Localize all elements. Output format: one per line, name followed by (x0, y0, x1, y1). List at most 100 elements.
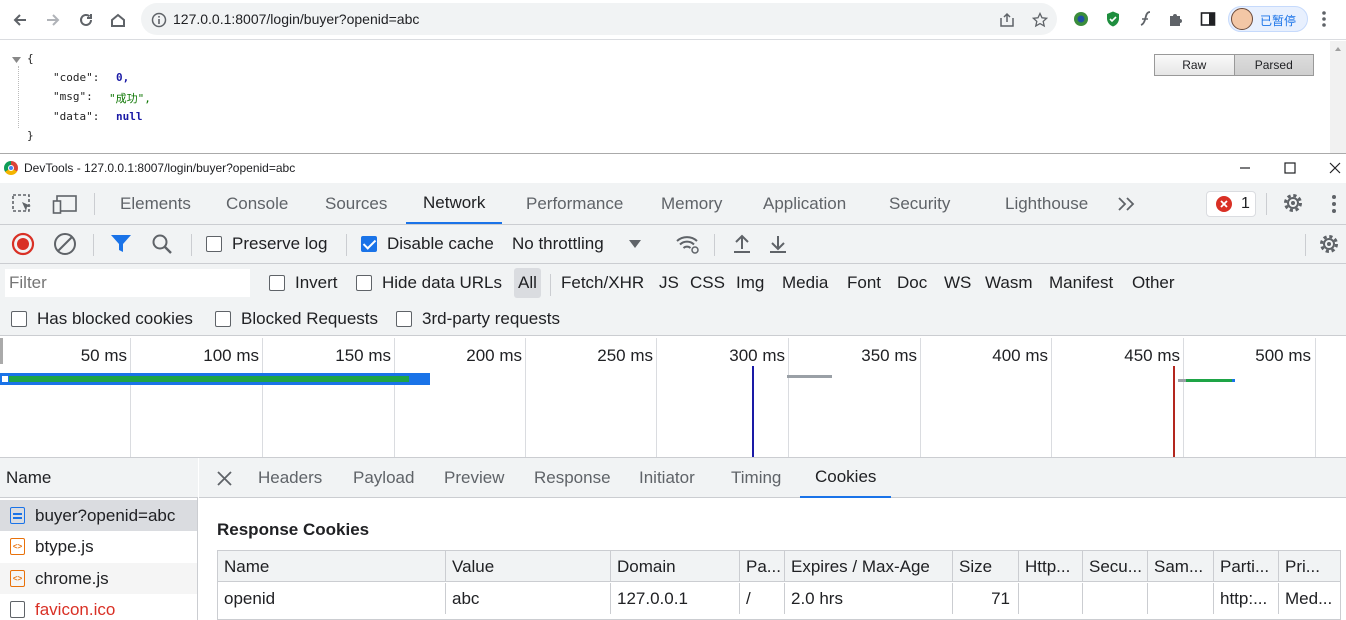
col-name[interactable]: Name (218, 551, 446, 582)
tab-timing[interactable]: Timing (731, 458, 781, 498)
overview-window-handle[interactable] (0, 338, 3, 364)
home-button[interactable] (106, 8, 130, 32)
network-conditions-button[interactable] (675, 225, 701, 263)
hide-data-urls-checkbox[interactable]: Hide data URLs (356, 268, 502, 298)
import-har-button[interactable] (731, 225, 753, 263)
side-panel-icon[interactable] (1198, 9, 1218, 29)
type-filter-css[interactable]: CSS (690, 268, 725, 298)
col-domain[interactable]: Domain (611, 551, 740, 582)
tab-preview[interactable]: Preview (444, 458, 504, 498)
checkbox[interactable] (11, 311, 27, 327)
device-toolbar-icon[interactable] (52, 193, 78, 220)
filter-input[interactable] (5, 269, 250, 297)
col-partition-key[interactable]: Parti... (1214, 551, 1279, 582)
col-priority[interactable]: Pri... (1279, 551, 1340, 582)
request-row[interactable]: favicon.ico (0, 594, 197, 620)
preserve-log-checkbox[interactable]: Preserve log (206, 225, 327, 263)
close-detail-icon[interactable] (216, 470, 233, 492)
tab-console[interactable]: Console (226, 183, 288, 224)
reload-button[interactable] (74, 8, 98, 32)
third-party-checkbox[interactable]: 3rd-party requests (396, 304, 560, 334)
raw-button[interactable]: Raw (1155, 55, 1234, 75)
settings-gear-icon[interactable] (1281, 191, 1305, 220)
tab-performance[interactable]: Performance (526, 183, 623, 224)
invert-checkbox[interactable]: Invert (269, 268, 338, 298)
checkbox[interactable] (206, 236, 222, 252)
tab-lighthouse[interactable]: Lighthouse (1005, 183, 1088, 224)
inspect-element-icon[interactable] (11, 193, 35, 220)
checkbox[interactable] (356, 275, 372, 291)
forward-button[interactable] (41, 8, 65, 32)
col-value[interactable]: Value (446, 551, 611, 582)
devtools-menu-icon[interactable] (1331, 194, 1337, 219)
type-filter-js[interactable]: JS (659, 268, 679, 298)
throttling-select[interactable]: No throttling (512, 225, 642, 263)
disable-cache-checkbox[interactable]: Disable cache (361, 225, 494, 263)
filter-toggle-button[interactable] (110, 225, 132, 263)
type-filter-other[interactable]: Other (1132, 268, 1175, 298)
browser-menu-icon[interactable] (1314, 9, 1334, 29)
blocked-requests-checkbox[interactable]: Blocked Requests (215, 304, 378, 334)
table-row[interactable]: openid abc 127.0.0.1 / 2.0 hrs 71 http:.… (218, 583, 1340, 614)
share-icon[interactable] (998, 11, 1016, 29)
type-filter-all[interactable]: All (514, 268, 541, 298)
close-window-button[interactable] (1320, 157, 1346, 179)
col-samesite[interactable]: Sam... (1148, 551, 1214, 582)
record-button[interactable] (11, 225, 35, 263)
tab-memory[interactable]: Memory (661, 183, 722, 224)
checkbox-checked[interactable] (361, 236, 377, 252)
type-filter-media[interactable]: Media (782, 268, 828, 298)
col-httponly[interactable]: Http... (1019, 551, 1083, 582)
parsed-button[interactable]: Parsed (1233, 55, 1313, 75)
type-filter-img[interactable]: Img (736, 268, 764, 298)
info-icon[interactable] (150, 11, 168, 29)
profile-button[interactable]: 已暂停 (1228, 6, 1308, 32)
tab-payload[interactable]: Payload (353, 458, 414, 498)
collapse-toggle[interactable] (12, 54, 21, 67)
col-secure[interactable]: Secu... (1083, 551, 1148, 582)
type-filter-manifest[interactable]: Manifest (1049, 268, 1113, 298)
col-expires[interactable]: Expires / Max-Age (785, 551, 953, 582)
more-tabs-icon[interactable] (1117, 195, 1137, 218)
has-blocked-cookies-checkbox[interactable]: Has blocked cookies (11, 304, 193, 334)
request-row[interactable]: <> btype.js (0, 531, 197, 562)
maximize-button[interactable] (1275, 157, 1305, 179)
request-row[interactable]: <> chrome.js (0, 563, 197, 594)
tab-sources[interactable]: Sources (325, 183, 387, 224)
type-filter-doc[interactable]: Doc (897, 268, 927, 298)
checkbox[interactable] (269, 275, 285, 291)
type-filter-font[interactable]: Font (847, 268, 881, 298)
search-button[interactable] (151, 225, 173, 263)
extension-shield-icon[interactable] (1103, 9, 1123, 29)
extension-globe-icon[interactable] (1071, 9, 1091, 29)
col-path[interactable]: Pa... (740, 551, 785, 582)
type-filter-wasm[interactable]: Wasm (985, 268, 1033, 298)
name-column-header[interactable]: Name (0, 458, 198, 498)
url-text[interactable]: 127.0.0.1:8007/login/buyer?openid=abc (173, 11, 419, 27)
tab-headers[interactable]: Headers (258, 458, 322, 498)
error-count-badge[interactable]: 1 (1206, 191, 1256, 217)
minimize-button[interactable] (1230, 157, 1260, 179)
tab-response[interactable]: Response (534, 458, 611, 498)
page-scrollbar[interactable] (1330, 41, 1346, 153)
network-settings-button[interactable] (1317, 225, 1341, 263)
extension-script-icon[interactable] (1135, 9, 1155, 29)
clear-button[interactable] (53, 225, 77, 263)
back-button[interactable] (8, 8, 32, 32)
extensions-puzzle-icon[interactable] (1166, 9, 1186, 29)
tab-network[interactable]: Network (406, 183, 503, 224)
checkbox[interactable] (215, 311, 231, 327)
address-bar[interactable]: 127.0.0.1:8007/login/buyer?openid=abc (141, 3, 1057, 35)
network-overview-timeline[interactable]: 50 ms 100 ms 150 ms 200 ms 250 ms 300 ms… (0, 336, 1346, 458)
type-filter-fetch-xhr[interactable]: Fetch/XHR (561, 268, 644, 298)
type-filter-ws[interactable]: WS (944, 268, 971, 298)
tab-initiator[interactable]: Initiator (639, 458, 695, 498)
col-size[interactable]: Size (953, 551, 1019, 582)
checkbox[interactable] (396, 311, 412, 327)
bookmark-star-icon[interactable] (1031, 11, 1049, 29)
tab-cookies[interactable]: Cookies (800, 458, 892, 498)
tab-elements[interactable]: Elements (120, 183, 191, 224)
tab-security[interactable]: Security (889, 183, 950, 224)
tab-application[interactable]: Application (763, 183, 846, 224)
request-row[interactable]: buyer?openid=abc (0, 500, 197, 531)
